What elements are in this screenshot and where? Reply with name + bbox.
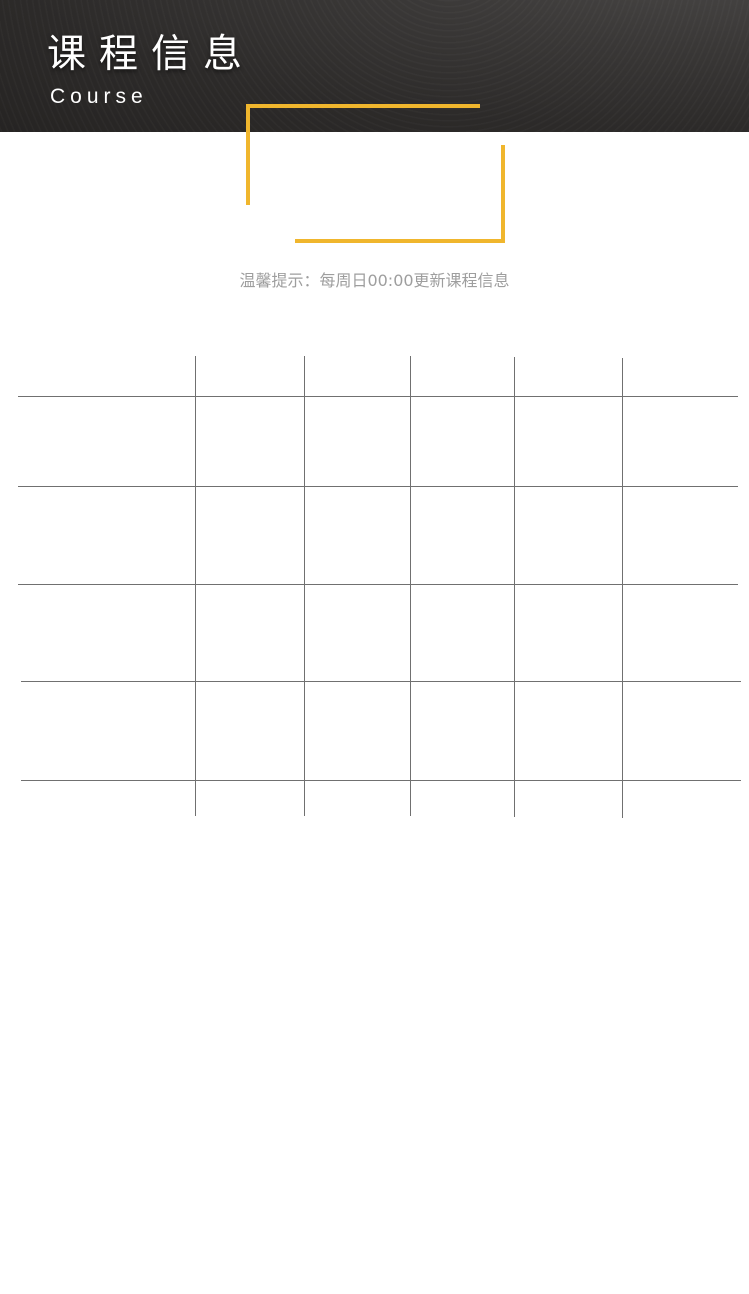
page-header: 课程信息 Course <box>0 0 749 132</box>
page-title: 课程信息 <box>47 32 256 77</box>
schedule-table <box>18 356 741 818</box>
page-subtitle: Course <box>50 85 148 108</box>
update-notice: 温馨提示：每周日00:00更新课程信息 <box>239 271 510 290</box>
bracket-bottom-right <box>295 145 505 243</box>
